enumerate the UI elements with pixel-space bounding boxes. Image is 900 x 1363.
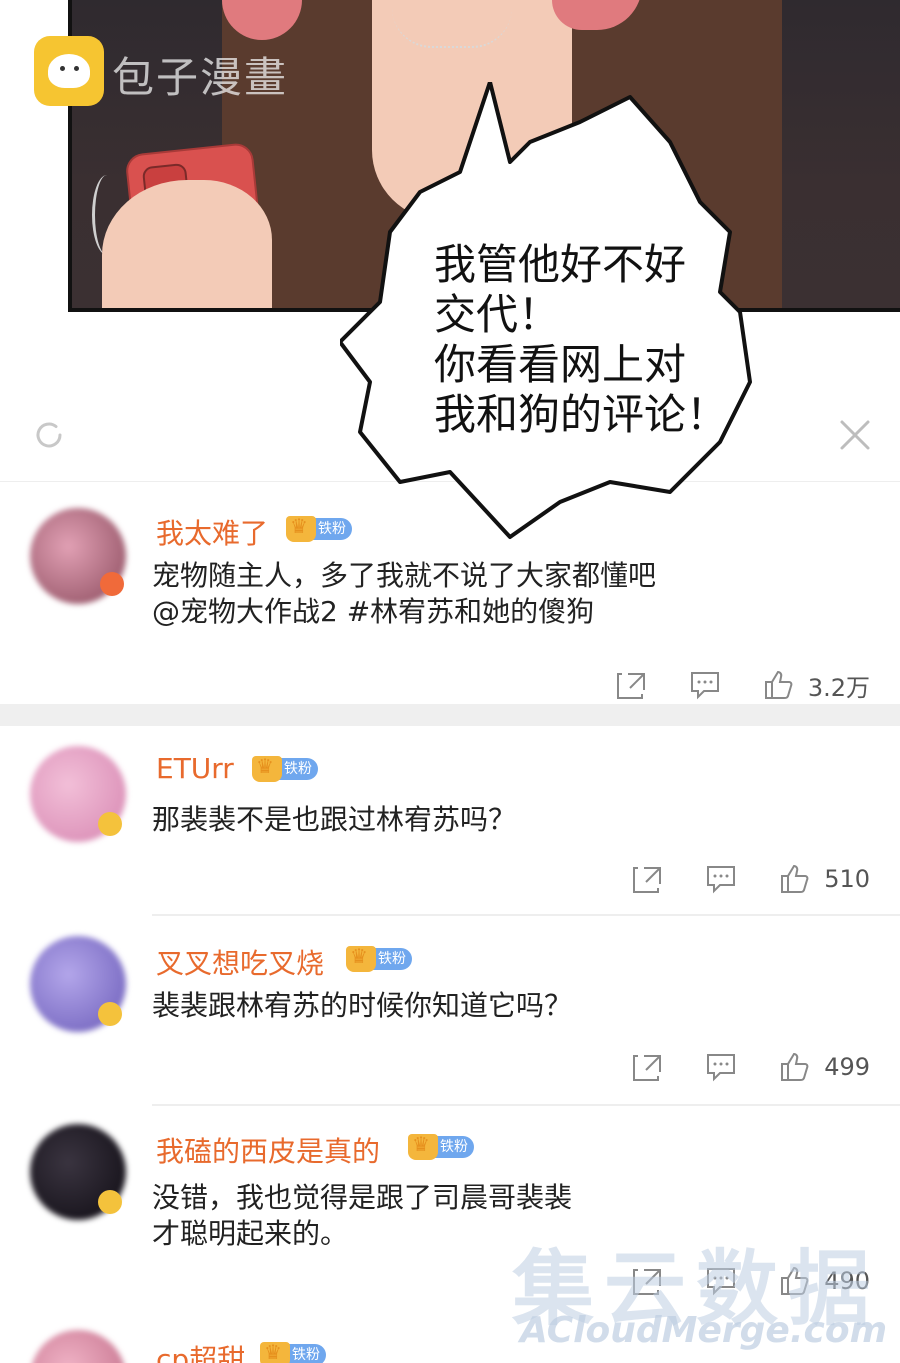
bubble-line: 你看看网上对 [434,340,687,389]
refresh-icon[interactable] [32,418,66,452]
comment-line: 才聪明起来的。 [152,1217,349,1250]
verified-badge-icon [98,812,122,836]
comment-icon[interactable] [704,1050,738,1084]
comment-actions: 510 [630,862,870,896]
verified-badge-icon [98,1190,122,1214]
fan-label: 铁粉 [434,1136,474,1158]
comment-icon[interactable] [704,862,738,896]
comment-username[interactable]: cp超甜 [156,1338,245,1363]
comment-username[interactable]: 我太难了 [156,512,268,552]
fan-badge: 铁粉 [346,944,412,972]
verified-badge-icon [98,1002,122,1026]
brand-watermark: 包子漫畫 [112,53,289,102]
avatar[interactable] [30,1330,126,1363]
comment-divider [152,914,900,916]
crown-icon [260,1340,290,1363]
close-icon[interactable] [836,416,874,454]
like-icon[interactable] [778,1050,812,1084]
bubble-text: 我管他好不好 交代！ 你看看网上对 我和狗的评论！ [434,240,754,440]
baozi-logo-icon [34,36,104,106]
crown-icon [286,514,316,542]
share-icon[interactable] [630,862,664,896]
comment-line: 没错，我也觉得是跟了司晨哥裴裴 [152,1181,573,1214]
comment-username[interactable]: 叉叉想吃叉烧 [156,942,324,982]
fan-badge: 铁粉 [260,1340,326,1363]
bubble-line: 我管他好不好 [434,240,687,289]
fan-badge: 铁粉 [286,514,352,542]
crown-icon [252,754,282,782]
bubble-line: 交代！ [434,290,561,339]
fan-label: 铁粉 [312,518,352,540]
comment-line: @宠物大作战2 #林宥苏和她的傻狗 [152,595,595,628]
section-divider [0,704,900,726]
comment-actions: 499 [630,1050,870,1084]
share-icon[interactable] [630,1050,664,1084]
comment-icon[interactable] [688,668,722,702]
comment-actions: 3.2万 [614,668,870,702]
site-watermark-url: ACloudMerge.com [520,1310,888,1351]
comment-text: 那裴裴不是也跟过林宥苏吗？ [152,802,516,838]
bubble-line: 我和狗的评论！ [434,390,729,439]
comment-text: 宠物随主人，多了我就不说了大家都懂吧 @宠物大作战2 #林宥苏和她的傻狗 [152,558,656,630]
fan-label: 铁粉 [286,1344,326,1363]
comment-line: 那裴裴不是也跟过林宥苏吗？ [152,803,517,836]
comment-username[interactable]: ETUrr [156,752,234,785]
fan-label: 铁粉 [278,758,318,780]
like-count: 510 [824,865,870,893]
fan-badge: 铁粉 [252,754,318,782]
fan-label: 铁粉 [372,948,412,970]
share-icon[interactable] [614,668,648,702]
fan-badge: 铁粉 [408,1132,474,1160]
comment-line: 裴裴跟林宥苏的时候你知道它吗？ [152,989,573,1022]
comment-username[interactable]: 我磕的西皮是真的 [156,1130,380,1170]
comment-line: 宠物随主人，多了我就不说了大家都懂吧 [152,559,657,592]
verified-badge-icon [100,572,124,596]
comment-text: 裴裴跟林宥苏的时候你知道它吗？ [152,988,572,1024]
like-icon[interactable] [762,668,796,702]
comment-text: 没错，我也觉得是跟了司晨哥裴裴 才聪明起来的。 [152,1180,572,1252]
like-icon[interactable] [778,862,812,896]
hand-illustration [102,180,272,308]
like-count: 499 [824,1053,870,1081]
like-count: 3.2万 [807,673,870,702]
crown-icon [346,944,376,972]
crown-icon [408,1132,438,1160]
comment-divider [152,1104,900,1106]
